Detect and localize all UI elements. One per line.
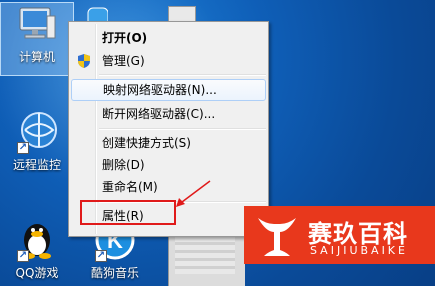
menu-item-manage[interactable]: 管理(G)	[71, 50, 266, 72]
shield-icon	[76, 53, 92, 69]
desktop-icon-label: 计算机	[18, 50, 55, 64]
menu-item-label: 删除(D)	[102, 158, 145, 172]
menu-item-open[interactable]: 打开(O)	[71, 27, 266, 49]
annotation-highlight-box	[80, 200, 176, 225]
shortcut-arrow-icon: ↗	[17, 250, 29, 262]
annotation-arrow-icon	[176, 180, 211, 207]
desktop-icon-computer[interactable]: 计算机	[0, 2, 74, 76]
menu-item-label: 重命名(M)	[102, 180, 158, 194]
menu-item-delete[interactable]: 删除(D)	[71, 154, 266, 176]
menu-item-create-shortcut[interactable]: 创建快捷方式(S)	[71, 132, 266, 154]
menu-item-disconnect-network-drive[interactable]: 断开网络驱动器(C)...	[71, 103, 266, 125]
watermark-subtitle: SAIJIUBAIKE	[310, 244, 408, 257]
menu-item-rename[interactable]: 重命名(M)	[71, 176, 266, 198]
menu-item-label: 断开网络驱动器(C)...	[102, 107, 216, 121]
desktop-icon-label: 远程监控	[12, 158, 61, 172]
desktop-icon-qq-game[interactable]: ↗ QQ游戏	[0, 218, 74, 280]
menu-item-label: 映射网络驱动器(N)...	[103, 83, 217, 97]
menu-separator	[99, 74, 266, 76]
shortcut-arrow-icon: ↗	[95, 250, 107, 262]
shortcut-arrow-icon: ↗	[17, 142, 29, 154]
menu-item-label: 创建快捷方式(S)	[102, 136, 191, 150]
background-window	[168, 6, 196, 22]
whale-tail-logo-icon	[258, 218, 296, 256]
desktop-icon-label: 酷狗音乐	[90, 266, 139, 280]
menu-item-map-network-drive[interactable]: 映射网络驱动器(N)...	[71, 79, 266, 101]
menu-separator	[99, 128, 266, 130]
desktop-icon-label: QQ游戏	[15, 266, 59, 280]
menu-item-label: 管理(G)	[102, 54, 145, 68]
computer-icon	[13, 2, 61, 46]
globe-icon: ↗	[13, 110, 61, 154]
watermark-logo: 赛玖百科 SAIJIUBAIKE	[244, 206, 435, 264]
desktop-icon-remote-monitor[interactable]: ↗ 远程监控	[0, 110, 74, 172]
menu-item-label: 打开(O)	[102, 31, 148, 45]
penguin-icon: ↗	[13, 218, 61, 262]
